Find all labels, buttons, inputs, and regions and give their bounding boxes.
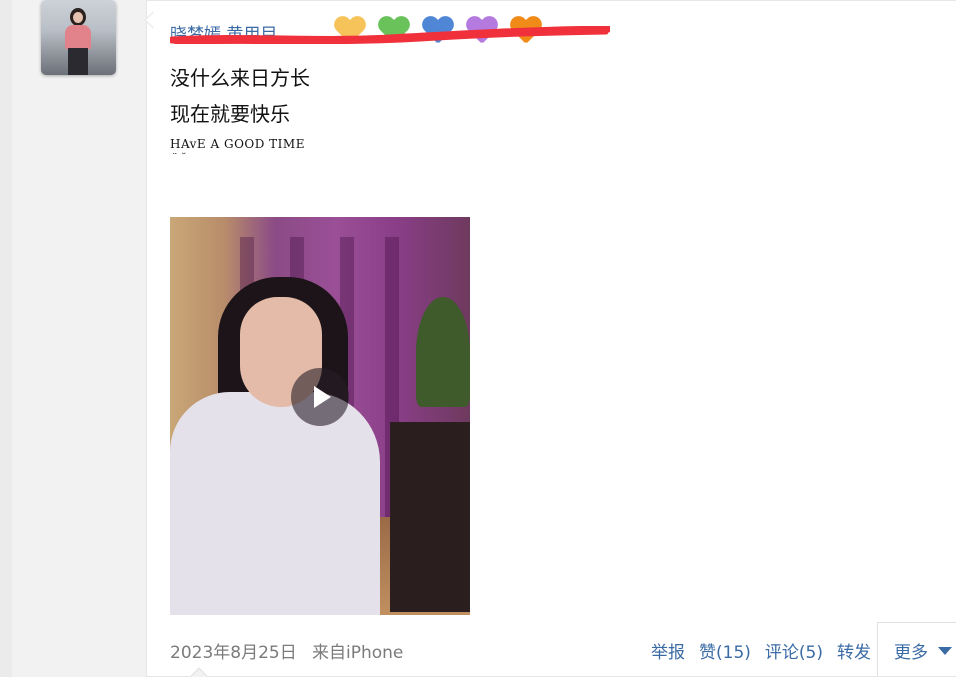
video-person-body (170, 392, 380, 615)
author-avatar[interactable] (41, 0, 116, 75)
comment-button[interactable]: 评论(5) (765, 638, 823, 663)
repost-button[interactable]: 转发 (837, 638, 871, 663)
report-button[interactable]: 举报 (651, 638, 685, 663)
video-thumbnail[interactable] (170, 217, 470, 615)
left-gutter (0, 0, 12, 677)
avatar-legs (68, 48, 88, 75)
caret-down-icon (938, 647, 952, 655)
redaction-scribble (170, 26, 610, 44)
post-tagline: HAvE A GOOD TIME (170, 137, 305, 151)
avatar-face (73, 12, 83, 23)
post-source: 来自iPhone (312, 643, 404, 663)
post-text-line-2: 现在就要快乐 (170, 102, 290, 126)
weibo-post-page: 晓梦嫣 黄用目 没什么来日方长 现在就要快乐 HAvE A GOOD TIME … (0, 0, 956, 677)
play-icon[interactable] (291, 368, 349, 426)
post-text-line-1: 没什么来日方长 (170, 66, 310, 90)
avatar-top (65, 25, 91, 49)
video-plant (416, 297, 470, 407)
post-actions: 举报 赞(15) 评论(5) 转发 (651, 638, 871, 663)
post-date[interactable]: 2023年8月25日 (170, 638, 297, 663)
card-top-border (147, 0, 956, 1)
video-furniture (390, 422, 470, 612)
more-label: 更多 (894, 643, 928, 663)
more-menu-button[interactable]: 更多 (877, 622, 956, 677)
like-button[interactable]: 赞(15) (699, 638, 751, 663)
tagline-emote: ¨ ˘ (172, 151, 187, 164)
